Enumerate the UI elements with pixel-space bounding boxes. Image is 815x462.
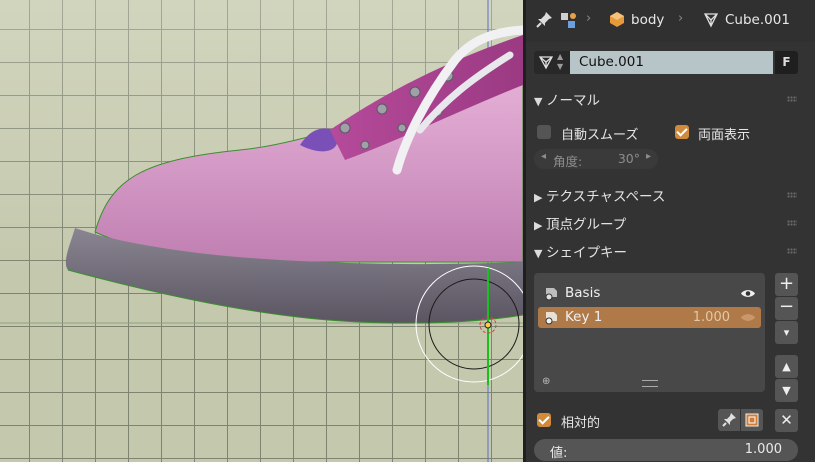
object-cube-icon — [610, 12, 624, 27]
shape-key-name[interactable]: Key 1 — [565, 309, 602, 325]
section-title: 頂点グループ — [546, 217, 627, 233]
angle-value: 30° — [617, 151, 640, 166]
double-sided-checkbox[interactable] — [675, 125, 689, 139]
scene-context-icon[interactable] — [559, 10, 581, 30]
mesh-data-icon — [538, 56, 554, 70]
3d-viewport[interactable] — [0, 0, 523, 462]
value-label: 値: — [550, 446, 568, 461]
breadcrumb-object[interactable]: body — [631, 12, 664, 28]
relative-checkbox[interactable] — [537, 413, 551, 427]
shape-key-specials-button[interactable]: ▾ — [775, 321, 798, 344]
eye-icon[interactable] — [740, 312, 756, 323]
shape-key-list[interactable]: Basis Key 1 1.000 ⊕ — [534, 273, 765, 392]
eye-icon[interactable] — [740, 288, 756, 299]
shoe-model — [0, 0, 523, 462]
properties-header: › body › Cube.001 — [526, 0, 815, 42]
expanded-triangle-icon: ▼ — [534, 95, 543, 108]
shape-key-icon — [545, 312, 557, 325]
vertex-groups-panel-header[interactable]: ▶ 頂点グループ — [534, 213, 626, 233]
clear-shape-button[interactable]: ✕ — [775, 409, 798, 432]
autosmooth-angle-field[interactable]: ◂ 角度: 30° ▸ — [534, 149, 658, 169]
texture-space-panel-header[interactable]: ▶ テクスチャスペース — [534, 185, 665, 205]
breadcrumb-separator: › — [586, 11, 592, 26]
mesh-browse-button[interactable]: ▲ ▼ — [534, 51, 570, 74]
move-up-button[interactable]: ▲ — [775, 355, 798, 378]
chevron-down-icon: ▾ — [783, 326, 790, 339]
shape-keys-panel-header[interactable]: ▼ シェイプキー — [534, 241, 627, 261]
triangle-down-icon: ▼ — [782, 384, 791, 397]
drag-handle-icon[interactable] — [787, 192, 797, 198]
resize-grip-icon[interactable] — [642, 380, 658, 387]
edit-mode-icon — [745, 413, 759, 427]
pin-icon[interactable] — [534, 10, 554, 30]
minus-icon: − — [778, 296, 795, 317]
remove-shape-key-button[interactable]: − — [775, 297, 798, 320]
auto-smooth-label: 自動スムーズ — [561, 128, 639, 143]
list-footer: ⊕ — [534, 376, 765, 392]
shape-key-row-basis[interactable]: Basis — [538, 283, 761, 304]
triangle-up-icon: ▲ — [782, 360, 791, 373]
breadcrumb-separator: › — [678, 11, 684, 26]
drag-handle-icon[interactable] — [787, 96, 797, 102]
mesh-datablock-row: ▲ ▼ Cube.001 F — [534, 51, 798, 74]
shape-key-row-key1[interactable]: Key 1 1.000 — [538, 307, 761, 328]
mesh-data-icon — [703, 13, 719, 28]
shape-lock-button[interactable] — [718, 409, 740, 431]
shape-key-value[interactable]: 1.000 — [693, 310, 730, 325]
move-down-button[interactable]: ▼ — [775, 379, 798, 402]
normals-panel-header[interactable]: ▼ ノーマル — [534, 89, 600, 109]
angle-label: 角度: — [553, 154, 583, 169]
edit-mode-shape-button[interactable] — [741, 409, 763, 431]
increment-arrow-icon[interactable]: ▸ — [646, 151, 651, 162]
shape-key-icon — [545, 288, 557, 301]
pin-icon — [722, 413, 736, 427]
shape-value-field[interactable]: 値: 1.000 — [534, 439, 798, 461]
breadcrumb-mesh[interactable]: Cube.001 — [725, 12, 790, 28]
section-title: テクスチャスペース — [546, 189, 666, 205]
section-title: シェイプキー — [546, 245, 627, 261]
collapsed-triangle-icon: ▶ — [534, 219, 543, 232]
decrement-arrow-icon[interactable]: ◂ — [541, 151, 546, 162]
relative-label: 相対的 — [561, 416, 601, 431]
drag-handle-icon[interactable] — [787, 248, 797, 254]
updown-arrows-icon: ▲ ▼ — [557, 52, 564, 71]
close-icon: ✕ — [780, 411, 793, 429]
mesh-name-field[interactable]: Cube.001 — [570, 51, 773, 74]
drag-handle-icon[interactable] — [787, 220, 797, 226]
double-sided-label: 両面表示 — [698, 128, 751, 143]
fake-user-button[interactable]: F — [775, 51, 798, 74]
shape-key-name[interactable]: Basis — [565, 285, 600, 301]
value-number: 1.000 — [744, 442, 782, 457]
properties-panel: › body › Cube.001 ▲ ▼ Cube.001 F ▼ ノーマル 自動… — [526, 0, 815, 462]
filter-options-icon[interactable]: ⊕ — [542, 376, 550, 387]
add-shape-key-button[interactable]: + — [775, 273, 798, 296]
auto-smooth-checkbox[interactable] — [537, 125, 551, 139]
plus-icon: + — [778, 273, 795, 294]
section-title: ノーマル — [546, 93, 600, 109]
expanded-triangle-icon: ▼ — [534, 247, 543, 260]
collapsed-triangle-icon: ▶ — [534, 191, 543, 204]
